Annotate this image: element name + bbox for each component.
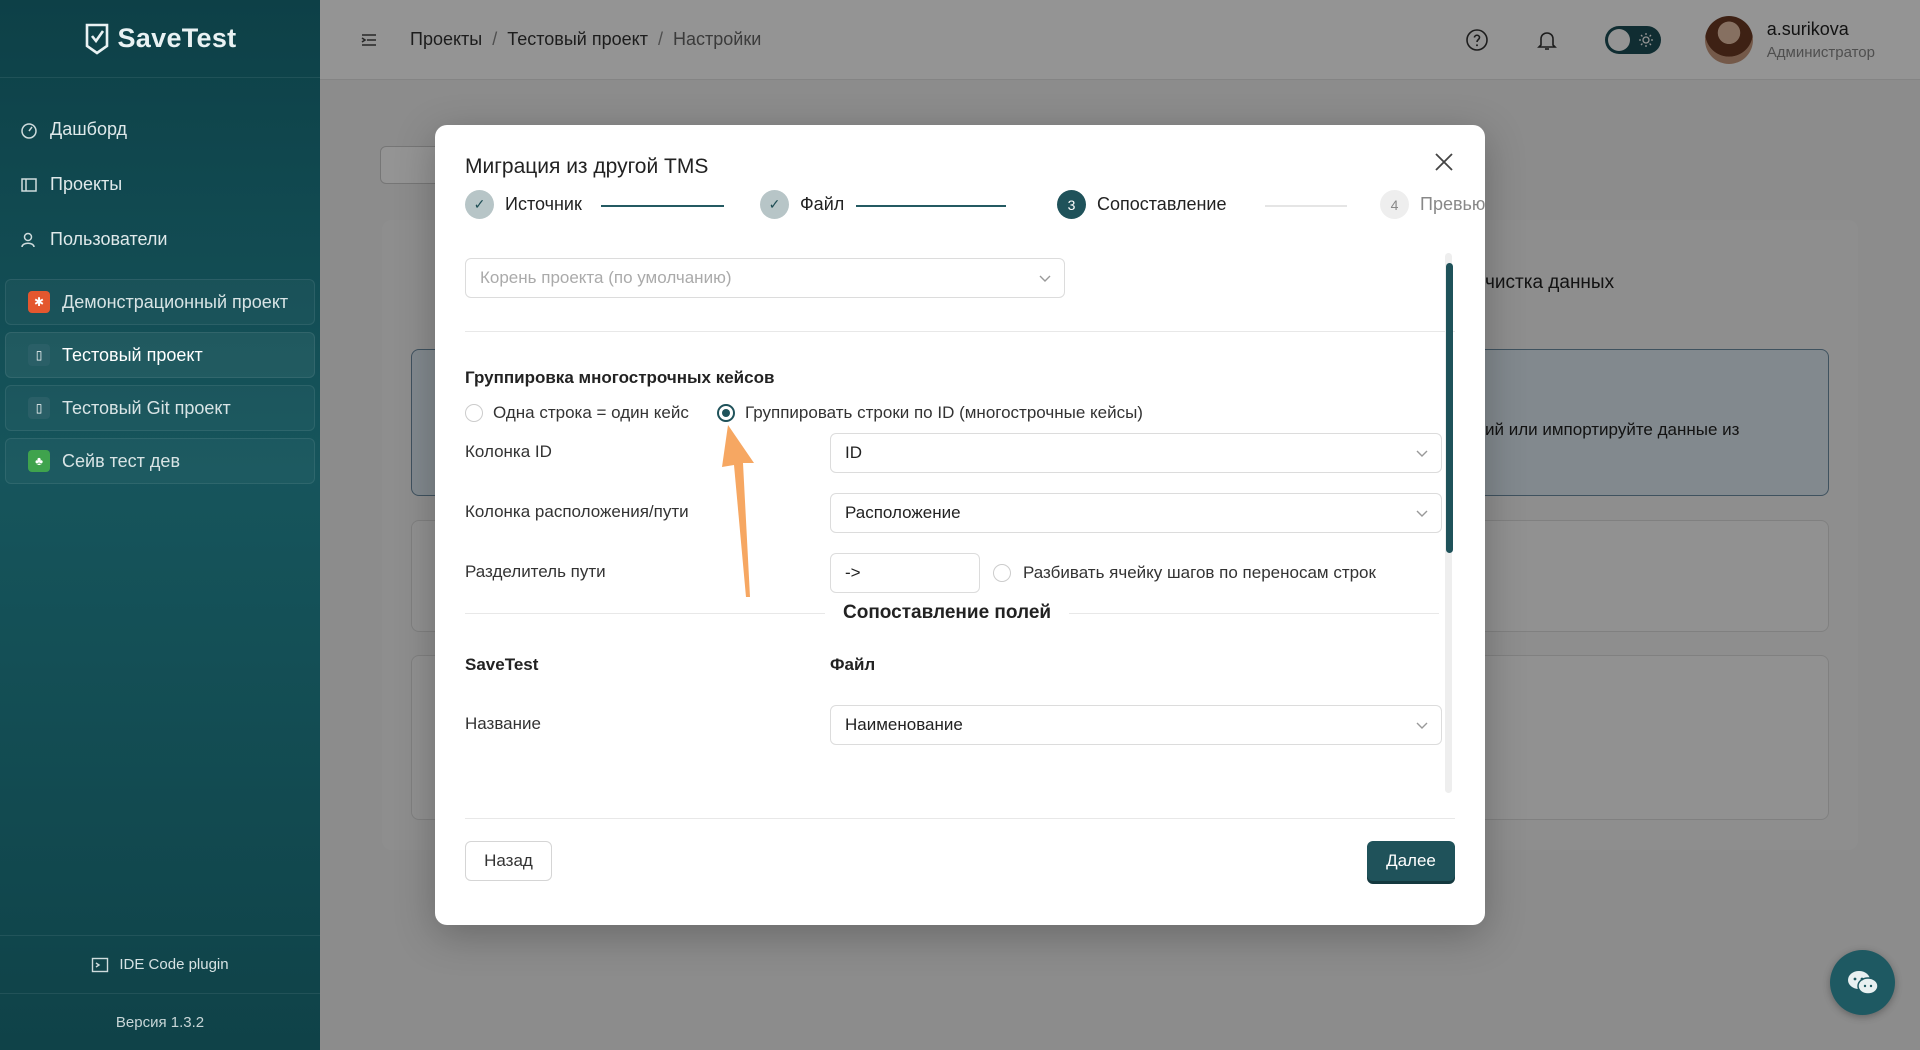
select-value: Наименование <box>845 715 963 734</box>
chevron-down-icon <box>1416 722 1428 729</box>
select-value: Расположение <box>845 503 961 522</box>
version-label: Версия 1.3.2 <box>0 993 320 1050</box>
divider <box>465 818 1455 819</box>
bookmark-icon: ▯ <box>28 344 50 366</box>
field-mapping-heading: Сопоставление полей <box>465 602 1440 624</box>
logo[interactable]: SaveTest <box>0 0 320 78</box>
step-label: Сопоставление <box>1097 194 1227 214</box>
path-separator-label: Разделитель пути <box>465 562 606 581</box>
migration-modal: Миграция из другой TMS ✓ Источник ✓ Файл… <box>435 125 1485 925</box>
step-connector <box>856 205 1006 207</box>
project-label: Тестовый Git проект <box>62 397 231 418</box>
step-file: ✓ Файл <box>760 190 844 219</box>
path-column-select[interactable]: Расположение <box>830 493 1442 533</box>
chat-button[interactable] <box>1830 950 1895 1015</box>
project-item-demo[interactable]: ✱ Демонстрационный проект <box>5 279 315 325</box>
main-nav: Дашборд Проекты Пользователи <box>0 78 320 267</box>
project-list: ✱ Демонстрационный проект ▯ Тестовый про… <box>0 279 320 484</box>
chevron-down-icon <box>1039 275 1051 282</box>
bookmark-icon: ▯ <box>28 397 50 419</box>
checkbox-box[interactable] <box>993 564 1011 582</box>
path-separator-input[interactable]: -> <box>830 553 980 593</box>
step-connector <box>1265 205 1347 207</box>
select-value: ID <box>845 443 862 462</box>
projects-icon <box>21 177 37 192</box>
sidebar: SaveTest Дашборд Проекты Пользователи ✱ … <box>0 0 320 1050</box>
nav-item-users[interactable]: Пользователи <box>0 212 320 267</box>
step-connector <box>601 205 724 207</box>
step-label: Источник <box>505 194 582 214</box>
modal-title: Миграция из другой TMS <box>465 155 709 178</box>
grouping-title: Группировка многострочных кейсов <box>465 368 775 387</box>
ide-plugin-label: IDE Code plugin <box>119 956 229 973</box>
select-placeholder: Корень проекта (по умолчанию) <box>480 268 732 287</box>
step-number: 4 <box>1380 190 1409 219</box>
id-column-label: Колонка ID <box>465 442 552 461</box>
step-source: ✓ Источник <box>465 190 582 219</box>
split-steps-checkbox[interactable]: Разбивать ячейку шагов по переносам стро… <box>993 563 1376 583</box>
chat-icon <box>1847 970 1879 995</box>
back-button[interactable]: Назад <box>465 841 552 881</box>
radio-button[interactable] <box>465 404 483 422</box>
radio-single-row[interactable]: Одна строка = один кейс <box>465 403 689 423</box>
nav-label: Пользователи <box>50 229 168 249</box>
close-icon[interactable] <box>1433 151 1455 173</box>
radio-button[interactable] <box>717 404 735 422</box>
step-preview: 4 Превью <box>1380 190 1485 219</box>
leaf-icon: ♣ <box>28 450 50 472</box>
step-number: 3 <box>1057 190 1086 219</box>
annotation-arrow <box>722 425 754 597</box>
radio-label: Группировать строки по ID (многострочные… <box>745 403 1143 422</box>
checkbox-label: Разбивать ячейку шагов по переносам стро… <box>1023 563 1376 582</box>
stepper: ✓ Источник ✓ Файл 3 Сопоставление 4 Прев… <box>465 190 1485 222</box>
nav-item-dashboard[interactable]: Дашборд <box>0 102 320 157</box>
nav-item-projects[interactable]: Проекты <box>0 157 320 212</box>
terminal-icon <box>92 957 109 972</box>
nav-label: Проекты <box>50 174 123 194</box>
project-item-git[interactable]: ▯ Тестовый Git проект <box>5 385 315 431</box>
project-label: Тестовый проект <box>62 344 203 365</box>
bug-icon: ✱ <box>28 291 50 313</box>
chevron-down-icon <box>1416 450 1428 457</box>
check-icon: ✓ <box>465 190 494 219</box>
column-head-file: Файл <box>830 655 876 674</box>
radio-group-by-id[interactable]: Группировать строки по ID (многострочные… <box>717 403 1143 423</box>
step-label: Превью <box>1420 194 1486 214</box>
users-icon <box>21 232 35 247</box>
scrollbar-thumb[interactable] <box>1446 263 1453 553</box>
field-mapping-title: Сопоставление полей <box>843 602 1052 623</box>
project-item-test[interactable]: ▯ Тестовый проект <box>5 332 315 378</box>
chevron-down-icon <box>1416 510 1428 517</box>
project-item-savetest-dev[interactable]: ♣ Сейв тест дев <box>5 438 315 484</box>
project-label: Сейв тест дев <box>62 450 181 471</box>
mapping-select-name[interactable]: Наименование <box>830 705 1442 745</box>
divider <box>465 331 1455 332</box>
step-mapping: 3 Сопоставление <box>1057 190 1227 219</box>
sidebar-footer: IDE Code plugin Версия 1.3.2 <box>0 935 320 1050</box>
project-label: Демонстрационный проект <box>62 291 289 312</box>
radio-label: Одна строка = один кейс <box>493 403 689 422</box>
divider <box>1069 612 1440 614</box>
brand-name: SaveTest <box>117 23 237 53</box>
divider <box>465 612 825 614</box>
nav-label: Дашборд <box>50 119 128 139</box>
root-folder-select[interactable]: Корень проекта (по умолчанию) <box>465 258 1065 298</box>
step-label: Файл <box>800 194 845 214</box>
path-column-label: Колонка расположения/пути <box>465 502 689 521</box>
logo-icon <box>85 23 108 55</box>
column-head-savetest: SaveTest <box>465 655 539 674</box>
dashboard-icon <box>21 122 37 139</box>
ide-plugin-link[interactable]: IDE Code plugin <box>0 935 320 993</box>
next-button[interactable]: Далее <box>1367 841 1455 881</box>
mapping-scroll-area[interactable]: Корень проекта (по умолчанию) Группировк… <box>465 250 1455 800</box>
check-icon: ✓ <box>760 190 789 219</box>
mapping-field-name: Название <box>465 714 541 733</box>
id-column-select[interactable]: ID <box>830 433 1442 473</box>
